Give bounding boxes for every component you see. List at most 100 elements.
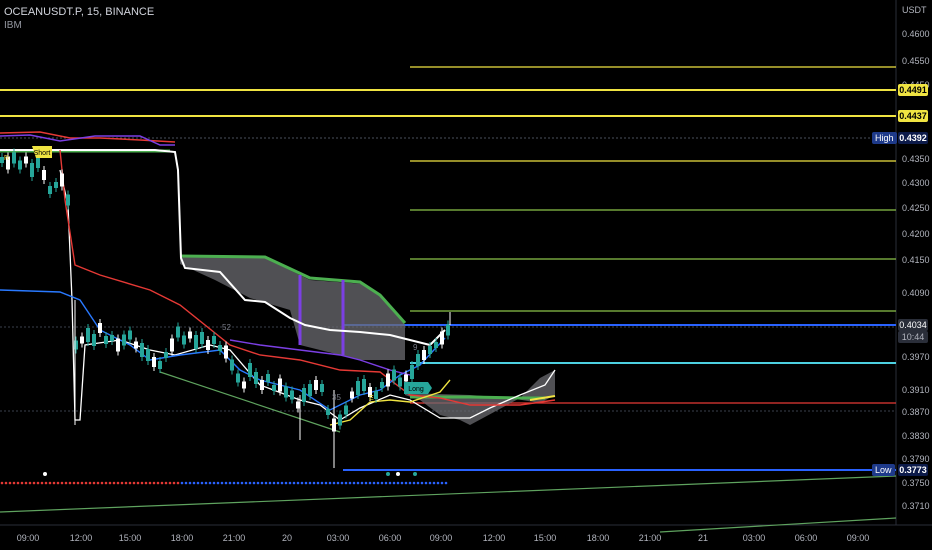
signal-dot [328, 481, 332, 485]
signal-dot [148, 481, 152, 485]
signal-dot [424, 481, 428, 485]
candle-body [404, 374, 408, 382]
signal-dot [48, 481, 52, 485]
signal-dot [52, 481, 56, 485]
signal-dot [376, 481, 380, 485]
time-tick: 03:00 [326, 533, 350, 543]
annotation-e: E [369, 395, 374, 402]
signal-dot [32, 481, 36, 485]
candle-body [410, 365, 414, 379]
candle-body [92, 334, 96, 346]
signal-dot [124, 481, 128, 485]
high-value: 0.4392 [898, 132, 928, 144]
candle-body [212, 336, 216, 344]
candle-body [24, 156, 28, 164]
signal-dot [108, 481, 112, 485]
signal-dot [184, 481, 188, 485]
signal-dot [436, 481, 440, 485]
candle-body [104, 336, 108, 344]
signal-dot [400, 481, 404, 485]
candle-body [344, 405, 348, 415]
price-chart[interactable]: Short Long R 52 35 9 E [0, 0, 932, 550]
signal-dot [84, 481, 88, 485]
purple-band-line [0, 134, 175, 146]
signal-dot [404, 481, 408, 485]
candle-body [176, 326, 180, 338]
candle-body [338, 414, 342, 426]
signal-dot [332, 481, 336, 485]
candle-body [362, 379, 366, 391]
signal-dot [244, 481, 248, 485]
signal-dot [80, 481, 84, 485]
price-tick: 0.3870 [902, 407, 930, 417]
signal-dot [272, 481, 276, 485]
price-tick: 0.3910 [902, 385, 930, 395]
low-value: 0.3773 [898, 464, 928, 476]
signal-dot [136, 481, 140, 485]
candle-body [308, 384, 312, 396]
signal-dot [348, 481, 352, 485]
candle-body [380, 382, 384, 388]
signal-dot [344, 481, 348, 485]
candle-body [446, 324, 450, 336]
signal-dot [164, 481, 168, 485]
signal-dot [20, 481, 24, 485]
currency-label: USDT [902, 5, 927, 15]
signal-dot [204, 481, 208, 485]
annotation-r: R [4, 155, 9, 162]
dot-row [0, 481, 448, 485]
candle-body [188, 331, 192, 339]
candle-body [278, 378, 282, 392]
signal-dot [392, 481, 396, 485]
candle-body [374, 391, 378, 399]
signal-dot [188, 481, 192, 485]
signal-dot [128, 481, 132, 485]
annotation-52: 52 [222, 323, 231, 332]
signal-dot [228, 481, 232, 485]
signal-dot [104, 481, 108, 485]
signal-dot [208, 481, 212, 485]
annotation-9: 9 [413, 343, 418, 352]
signal-dot [312, 481, 316, 485]
candle-body [326, 409, 330, 415]
signal-dot [304, 481, 308, 485]
signal-dot [372, 481, 376, 485]
signal-dot [388, 481, 392, 485]
time-tick: 06:00 [794, 533, 818, 543]
signal-dot [116, 481, 120, 485]
trend-line [0, 475, 897, 513]
signal-dot [152, 481, 156, 485]
signal-dot [132, 481, 136, 485]
signal-dot [360, 481, 364, 485]
current-price-badge: 0.4034 [898, 319, 928, 331]
signal-dot [68, 481, 72, 485]
candle-body [242, 381, 246, 389]
signal-dot [292, 481, 296, 485]
signal-dot [316, 481, 320, 485]
signal-dot [200, 481, 204, 485]
signal-dot [220, 481, 224, 485]
signal-dot [180, 481, 184, 485]
signal-dot [324, 481, 328, 485]
level-badge-2: 0.4437 [898, 110, 928, 122]
signal-dot [396, 481, 400, 485]
time-tick: 03:00 [742, 533, 766, 543]
candle-body [236, 373, 240, 383]
signal-dot [420, 481, 424, 485]
candle-body [230, 359, 234, 371]
low-label: Low [872, 464, 895, 476]
candle-body [30, 163, 34, 177]
signal-dot [340, 481, 344, 485]
price-tick: 0.3710 [902, 501, 930, 511]
signal-dot [264, 481, 268, 485]
time-tick: 21 [697, 533, 709, 543]
signal-dot [16, 481, 20, 485]
short-signal-label: Short [34, 150, 51, 157]
signal-dot [364, 481, 368, 485]
long-signal: Long [404, 382, 432, 394]
candle-body [134, 341, 138, 349]
candle-body [66, 194, 70, 206]
countdown-badge: 10:44 [898, 331, 928, 343]
time-tick: 18:00 [170, 533, 194, 543]
candle-body [110, 335, 114, 341]
